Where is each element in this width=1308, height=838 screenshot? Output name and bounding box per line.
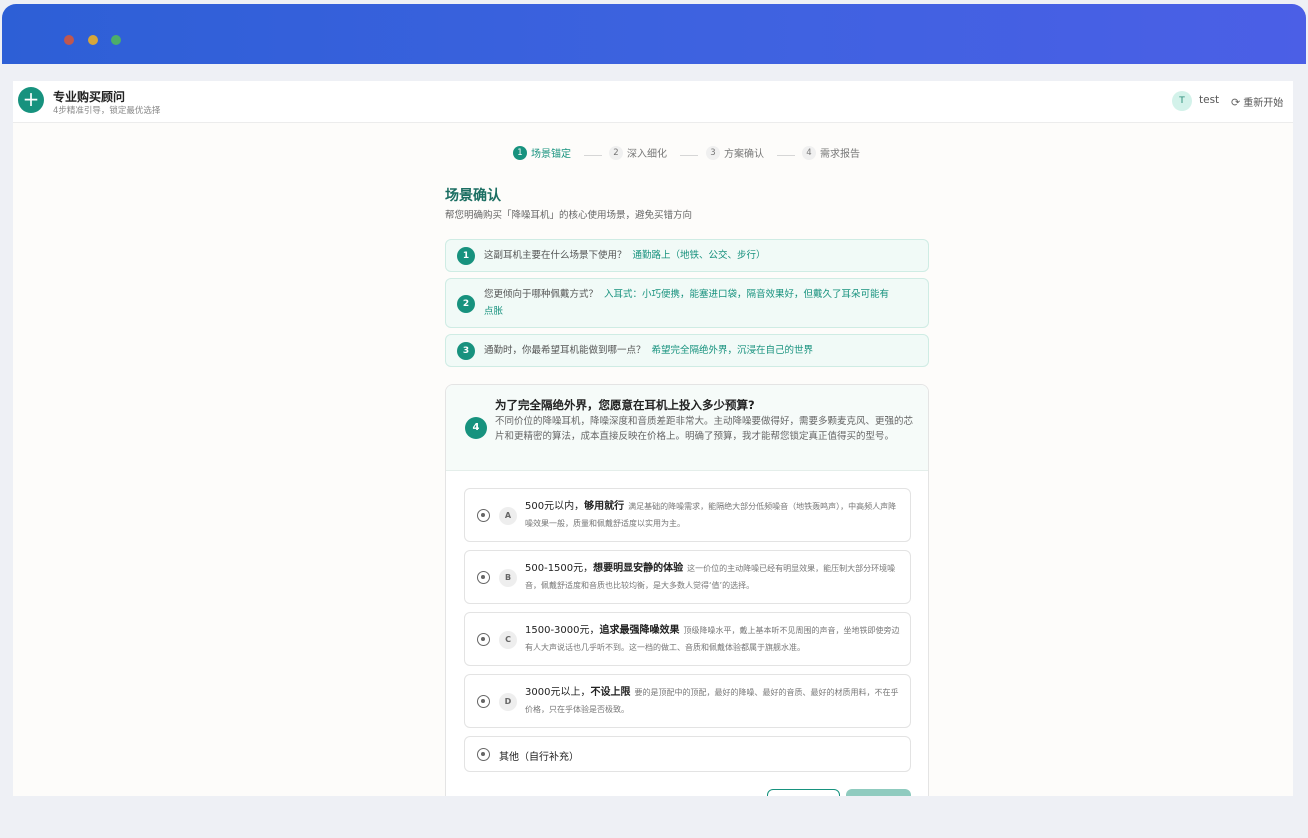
- answer-text: 希望完全隔绝外界，沉浸在自己的世界: [651, 345, 814, 356]
- app-subtitle: 4步精准引导，锁定最优选择: [53, 106, 161, 116]
- option-d[interactable]: D 3000元以上，不设上限 要的是顶配中的顶配，最好的降噪、最好的音质、最好的材…: [464, 674, 911, 728]
- question-text: 通勤时，你最希望耳机能做到哪一点？: [484, 345, 646, 356]
- step-label: 方案确认: [724, 149, 764, 160]
- radio-icon[interactable]: [477, 695, 490, 708]
- maximize-window-dot[interactable]: [111, 35, 121, 45]
- window-titlebar: [2, 4, 1306, 64]
- app-header: + 专业购买顾问 4步精准引导，锁定最优选择 T test ⟳ 重新开始: [13, 81, 1293, 123]
- step-label: 场景锚定: [531, 149, 571, 160]
- current-question-description: 不同价位的降噪耳机，降噪深度和音质差距非常大。主动降噪要做得好，需要多颗麦克风、…: [495, 416, 914, 442]
- section-subtitle: 帮您明确购买「降噪耳机」的核心使用场景，避免买错方向: [445, 210, 693, 221]
- option-letter: A: [499, 507, 517, 525]
- minimize-window-dot[interactable]: [88, 35, 98, 45]
- user-avatar[interactable]: T: [1172, 91, 1192, 111]
- question-number: 2: [457, 295, 475, 313]
- option-other[interactable]: 其他（自行补充）: [464, 736, 911, 772]
- step-number: 1: [513, 145, 527, 160]
- step-label: 深入细化: [627, 149, 667, 160]
- option-a[interactable]: A 500元以内，够用就行 满足基础的降噪需求，能隔绝大部分低频噪音（地铁轰鸣声）…: [464, 488, 911, 542]
- restart-button[interactable]: ⟳ 重新开始: [1231, 94, 1283, 109]
- current-question-card: 4 为了完全隔绝外界，您愿意在耳机上投入多少预算? 不同价位的降噪耳机，降噪深度…: [445, 384, 929, 796]
- answered-question-3[interactable]: 3 通勤时，你最希望耳机能做到哪一点？ 希望完全隔绝外界，沉浸在自己的世界: [445, 334, 929, 367]
- option-title: 500元以内，: [525, 501, 585, 512]
- step-number: 4: [802, 145, 816, 160]
- question-number: 4: [465, 417, 487, 439]
- option-title-emphasis: 够用就行: [584, 501, 625, 512]
- step-4: 4 需求报告: [802, 145, 860, 161]
- stepper: 1 场景锚定 2 深入细化 3 方案确认 4 需求报告: [13, 145, 1293, 161]
- question-number: 3: [457, 342, 475, 360]
- card-header: 4 为了完全隔绝外界，您愿意在耳机上投入多少预算? 不同价位的降噪耳机，降噪深度…: [446, 385, 928, 471]
- restart-label: 重新开始: [1243, 98, 1284, 109]
- option-letter: B: [499, 569, 517, 587]
- answered-question-1[interactable]: 1 这副耳机主要在什么场景下使用？ 通勤路上（地铁、公交、步行）: [445, 239, 929, 272]
- logo-plus-icon: +: [18, 87, 44, 113]
- current-question: 为了完全隔绝外界，您愿意在耳机上投入多少预算?: [495, 398, 755, 412]
- step-3: 3 方案确认: [706, 145, 764, 161]
- step-connector: [584, 155, 602, 156]
- close-window-dot[interactable]: [64, 35, 74, 45]
- radio-icon[interactable]: [477, 509, 490, 522]
- step-connector: [680, 155, 698, 156]
- option-b[interactable]: B 500-1500元，想要明显安静的体验 这一价位的主动降噪已经有明显效果，能压…: [464, 550, 911, 604]
- radio-icon[interactable]: [477, 571, 490, 584]
- other-option-label: 其他（自行补充）: [499, 752, 579, 763]
- option-letter: C: [499, 631, 517, 649]
- step-2: 2 深入细化: [609, 145, 667, 161]
- app-title: 专业购买顾问: [53, 90, 126, 104]
- next-button[interactable]: [846, 789, 911, 796]
- question-number: 1: [457, 247, 475, 265]
- option-title: 3000元以上，: [525, 687, 591, 698]
- radio-icon[interactable]: [477, 633, 490, 646]
- option-title: 1500-3000元，: [525, 625, 600, 636]
- question-text: 这副耳机主要在什么场景下使用？: [484, 250, 627, 261]
- answered-question-2[interactable]: 2 您更倾向于哪种佩戴方式？ 入耳式：小巧便携，能塞进口袋，隔音效果好，但戴久了耳…: [445, 278, 929, 328]
- option-letter: D: [499, 693, 517, 711]
- username: test: [1199, 94, 1220, 106]
- radio-icon[interactable]: [477, 748, 490, 761]
- app-container: + 专业购买顾问 4步精准引导，锁定最优选择 T test ⟳ 重新开始 1 场景锚…: [13, 81, 1293, 796]
- step-label: 需求报告: [820, 149, 860, 160]
- option-title-emphasis: 想要明显安静的体验: [593, 563, 684, 574]
- refresh-icon: ⟳: [1231, 96, 1241, 109]
- step-1: 1 场景锚定: [513, 145, 571, 161]
- deep-dive-button[interactable]: [767, 789, 840, 796]
- option-title-emphasis: 不设上限: [590, 687, 631, 698]
- question-text: 您更倾向于哪种佩戴方式？: [484, 289, 599, 300]
- option-title: 500-1500元，: [525, 563, 594, 574]
- option-c[interactable]: C 1500-3000元，追求最强降噪效果 顶级降噪水平，戴上基本听不见周围的声音…: [464, 612, 911, 666]
- step-connector: [777, 155, 795, 156]
- answer-text: 通勤路上（地铁、公交、步行）: [632, 250, 766, 261]
- option-title-emphasis: 追求最强降噪效果: [599, 625, 680, 636]
- step-number: 3: [706, 145, 720, 160]
- section-title: 场景确认: [445, 188, 501, 204]
- step-number: 2: [609, 145, 623, 160]
